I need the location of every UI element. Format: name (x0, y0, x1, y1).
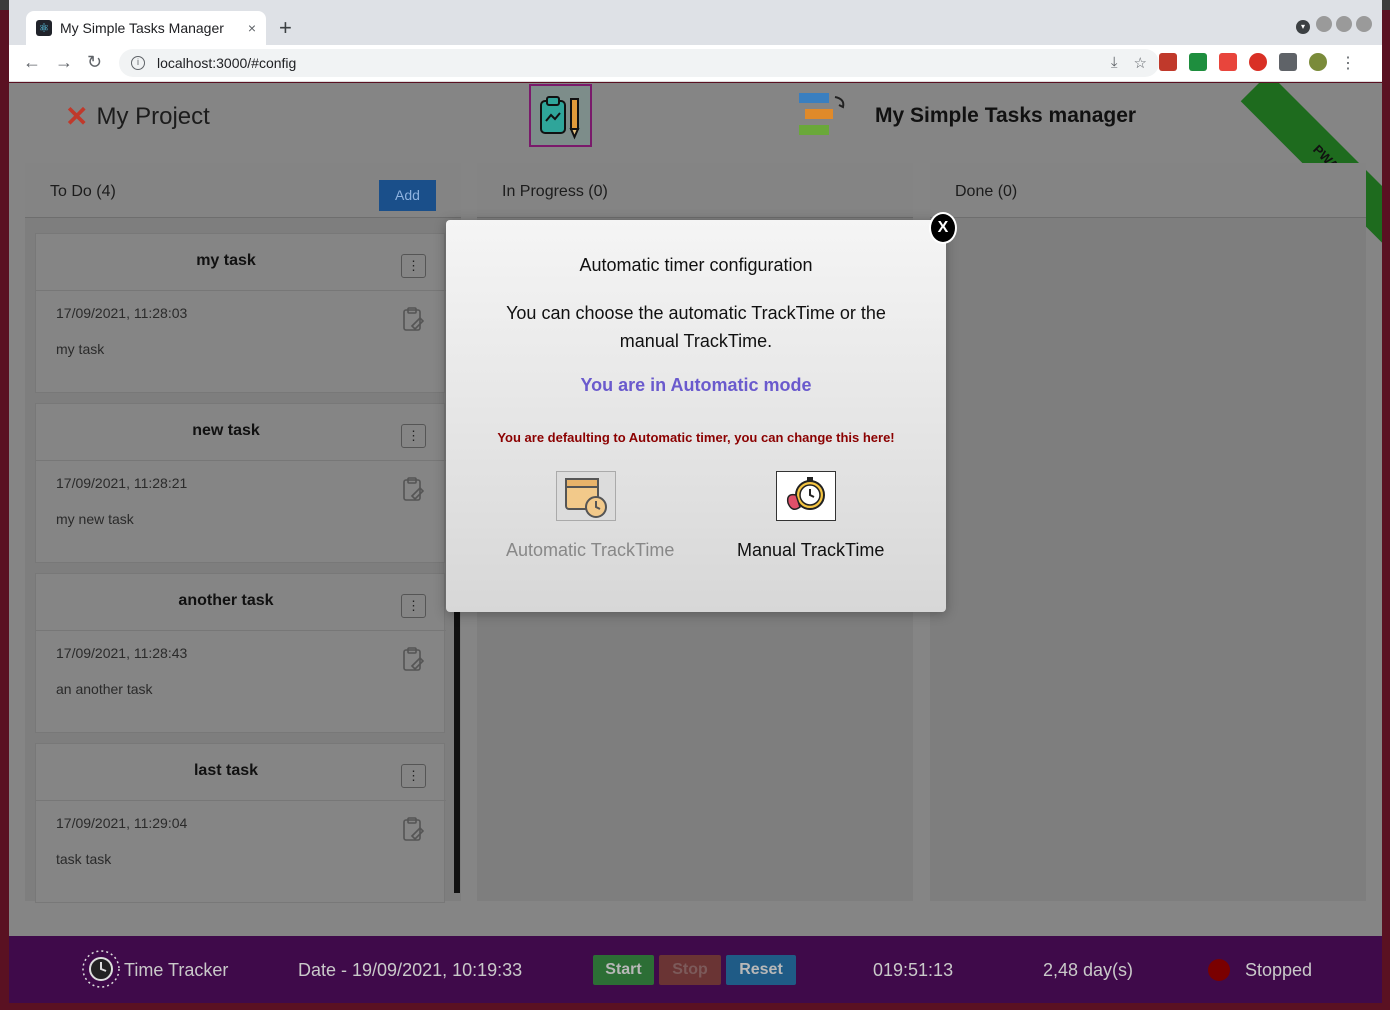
current-mode-text: You are in Automatic mode (580, 375, 812, 395)
project-title: ✕ My Project (65, 100, 210, 133)
current-date: Date - 19/09/2021, 10:19:33 (298, 960, 523, 980)
task-divider (36, 460, 446, 461)
window-controls (1316, 16, 1372, 32)
status-indicator (1208, 959, 1230, 981)
minimize-button[interactable] (1316, 16, 1332, 32)
start-button[interactable]: Start (593, 955, 654, 985)
app-logo-button[interactable] (529, 84, 592, 147)
app-title: My Simple Tasks manager (875, 104, 1137, 127)
new-tab-button[interactable]: + (279, 15, 292, 41)
task-card[interactable]: my task ⋮ 17/09/2021, 11:28:03 my task (35, 233, 446, 393)
task-description: an another task (56, 681, 153, 697)
task-menu-icon[interactable]: ⋮ (401, 254, 426, 278)
tab-search-icon[interactable]: ▾ (1296, 20, 1310, 34)
extension-icon-3[interactable] (1219, 53, 1237, 71)
stopwatch-hand-icon (786, 477, 825, 510)
reload-icon[interactable]: ↻ (87, 52, 102, 73)
task-date: 17/09/2021, 11:29:04 (56, 815, 188, 831)
time-tracker-label: Time Tracker (124, 960, 229, 980)
modal-description: You can choose the automatic TrackTime o… (506, 303, 886, 351)
todo-column-header: To Do (4) Add (25, 163, 461, 218)
in-progress-column-header: In Progress (0) (477, 163, 913, 218)
extensions-puzzle-icon[interactable] (1279, 53, 1297, 71)
task-title: another task (178, 592, 274, 609)
extension-icon-1[interactable] (1159, 53, 1177, 71)
url-text: localhost:3000/#config (157, 55, 297, 71)
extension-block-icon[interactable] (1249, 53, 1267, 71)
task-card[interactable]: another task ⋮ 17/09/2021, 11:28:43 an anot… (35, 573, 446, 733)
browser-tab[interactable]: ⚛ My Simple Tasks Manager × (26, 11, 266, 45)
site-info-icon[interactable]: i (131, 56, 145, 70)
forward-icon[interactable]: → (55, 52, 73, 73)
bookmark-star-icon[interactable]: ☆ (1134, 54, 1147, 72)
task-description: my new task (56, 511, 134, 527)
task-title: my task (196, 252, 256, 269)
reset-button[interactable]: Reset (726, 955, 796, 985)
task-stack-icon (799, 93, 845, 135)
timer-status: Stopped (1245, 960, 1313, 980)
tab-bar: ⚛ My Simple Tasks Manager × + (9, 0, 1382, 45)
stop-button[interactable]: Stop (659, 955, 721, 985)
extensions-area: ⋮ (1159, 53, 1357, 72)
maximize-button[interactable] (1336, 16, 1352, 32)
task-date: 17/09/2021, 11:28:21 (56, 475, 188, 491)
done-column-header: Done (0) (930, 163, 1366, 218)
task-divider (36, 630, 446, 631)
task-menu-icon[interactable]: ⋮ (401, 424, 426, 448)
clipboard-pencil-icon (539, 95, 580, 139)
todo-column-title: To Do (4) (50, 183, 116, 200)
manual-tracktime-button[interactable] (776, 471, 836, 521)
task-description: my task (56, 341, 105, 357)
in-progress-column-title: In Progress (0) (502, 183, 608, 200)
task-description: task task (56, 851, 112, 867)
task-date: 17/09/2021, 11:28:03 (56, 305, 188, 321)
install-app-icon[interactable]: ⤓ (1111, 54, 1118, 72)
clipboard-edit-icon[interactable] (402, 816, 424, 842)
elapsed-days: 2,48 day(s) (1043, 960, 1134, 980)
calendar-clock-icon (565, 478, 607, 518)
automatic-tracktime-label: Automatic TrackTime (506, 540, 675, 560)
task-title: new task (192, 422, 260, 439)
done-column-title: Done (0) (955, 183, 1018, 200)
time-tracker-bar: Time Tracker Date - 19/09/2021, 10:19:33… (9, 936, 1382, 1003)
task-card[interactable]: last task ⋮ 17/09/2021, 11:29:04 task task (35, 743, 446, 903)
back-icon[interactable]: ← (23, 52, 41, 73)
done-column: Done (0) (930, 163, 1366, 901)
task-title: last task (193, 762, 259, 779)
task-menu-icon[interactable]: ⋮ (401, 764, 426, 788)
modal-title: Automatic timer configuration (579, 255, 813, 275)
clock-icon (82, 950, 120, 988)
close-window-button[interactable] (1356, 16, 1372, 32)
extension-flag-icon[interactable] (1189, 53, 1207, 71)
browser-toolbar: ← → ↻ i localhost:3000/#config ⤓ ☆ ⋮ (9, 45, 1382, 82)
profile-avatar[interactable] (1309, 53, 1327, 71)
timer-config-modal: Automatic timer configuration You can ch… (446, 220, 946, 612)
task-divider (36, 290, 446, 291)
tab-close-icon[interactable]: × (248, 20, 256, 36)
task-date: 17/09/2021, 11:28:43 (56, 645, 188, 661)
add-task-button[interactable]: Add (379, 180, 436, 211)
task-card[interactable]: new task ⋮ 17/09/2021, 11:28:21 my new task (35, 403, 446, 563)
todo-column: To Do (4) Add my task ⋮ 17/09/2021, 11:28:… (25, 163, 461, 903)
browser-menu-icon[interactable]: ⋮ (1339, 53, 1357, 72)
default-timer-warning: You are defaulting to Automatic timer, y… (497, 430, 895, 445)
automatic-tracktime-button[interactable] (556, 471, 616, 521)
project-name: My Project (96, 102, 210, 130)
close-project-icon[interactable]: ✕ (65, 100, 88, 133)
task-menu-icon[interactable]: ⋮ (401, 594, 426, 618)
manual-tracktime-label: Manual TrackTime (737, 540, 885, 560)
tab-title: My Simple Tasks Manager (60, 20, 224, 36)
elapsed-time: 019:51:13 (873, 960, 954, 980)
clipboard-edit-icon[interactable] (402, 306, 424, 332)
app-header: ✕ My Project My Simple Tasks manager (9, 83, 1382, 148)
task-divider (36, 800, 446, 801)
clipboard-edit-icon[interactable] (402, 646, 424, 672)
clipboard-edit-icon[interactable] (402, 476, 424, 502)
modal-close-button[interactable]: X (929, 212, 957, 244)
react-favicon-icon: ⚛ (36, 20, 52, 36)
address-bar[interactable]: i localhost:3000/#config ⤓ ☆ (119, 49, 1159, 77)
